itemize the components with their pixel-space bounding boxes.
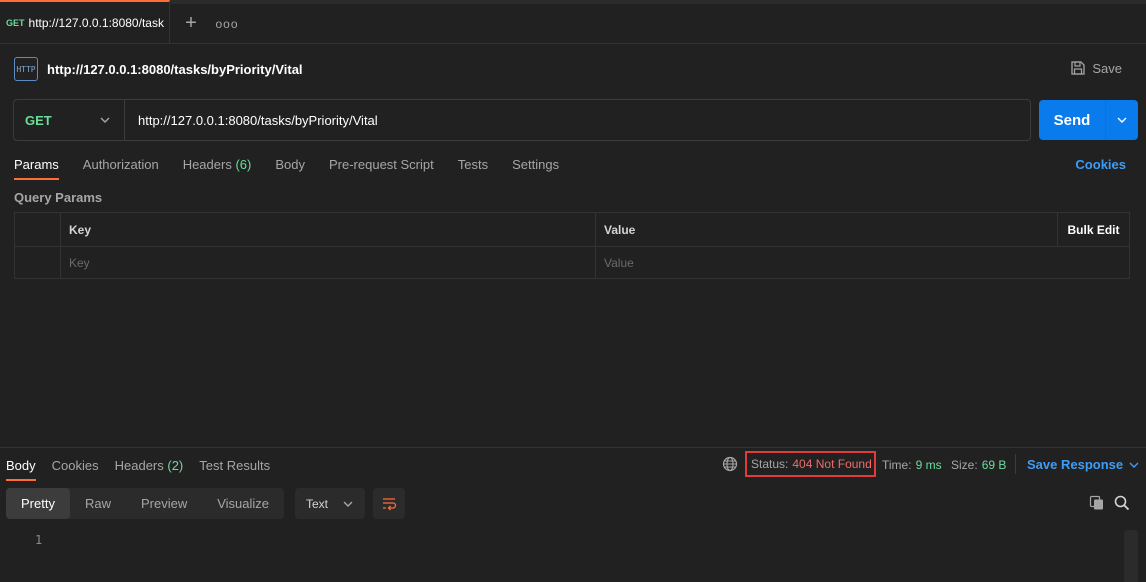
- request-tab[interactable]: GET http://127.0.0.1:8080/task: [0, 0, 170, 43]
- tab-title: http://127.0.0.1:8080/task: [28, 15, 164, 30]
- tab-bar: GET http://127.0.0.1:8080/task + ooo: [0, 0, 1146, 44]
- tab-label: Params: [14, 157, 59, 172]
- key-header: Key: [60, 213, 595, 246]
- query-params-title: Query Params: [14, 190, 103, 205]
- save-icon: [1071, 61, 1086, 75]
- view-pretty[interactable]: Pretty: [6, 488, 70, 519]
- status-badge[interactable]: Status: 404 Not Found: [745, 451, 876, 477]
- tab-label: Test Results: [199, 458, 271, 473]
- params-header-row: Key Value Bulk Edit: [15, 213, 1129, 246]
- url-bar: GET http://127.0.0.1:8080/tasks/byPriori…: [13, 99, 1031, 141]
- tab-response-body[interactable]: Body: [6, 455, 36, 481]
- save-button[interactable]: Save: [1070, 60, 1122, 76]
- tab-count: (6): [235, 157, 252, 172]
- value-header: Value: [595, 213, 1057, 246]
- value-input[interactable]: Value: [595, 247, 1057, 279]
- response-size[interactable]: Size: 69 B: [951, 458, 1006, 472]
- wrap-lines-button[interactable]: [373, 488, 405, 519]
- view-preview[interactable]: Preview: [126, 488, 202, 519]
- request-title[interactable]: http://127.0.0.1:8080/tasks/byPriority/V…: [47, 62, 303, 77]
- method-select[interactable]: GET: [14, 100, 125, 140]
- tab-headers[interactable]: Headers (6): [183, 154, 252, 180]
- line-number: 1: [35, 533, 43, 547]
- tab-tests[interactable]: Tests: [458, 154, 488, 180]
- response-tabs: Body Cookies Headers (2) Test Results: [6, 455, 286, 481]
- save-response-label: Save Response: [1027, 457, 1124, 472]
- tab-count: (2): [167, 458, 184, 473]
- response-divider[interactable]: [0, 447, 1146, 448]
- row-actions: [1057, 247, 1129, 279]
- search-icon[interactable]: [1114, 495, 1130, 511]
- wrap-icon: [383, 497, 397, 510]
- tab-response-cookies[interactable]: Cookies: [52, 455, 99, 481]
- request-header: HTTP http://127.0.0.1:8080/tasks/byPrior…: [14, 56, 303, 82]
- request-tabs: Params Authorization Headers (6) Body Pr…: [14, 154, 583, 180]
- http-icon: HTTP: [14, 57, 38, 81]
- response-time[interactable]: Time: 9 ms: [882, 458, 942, 472]
- tab-body[interactable]: Body: [275, 154, 305, 180]
- chevron-down-icon: [100, 117, 110, 123]
- checkbox-column: [15, 213, 60, 246]
- bulk-edit-button[interactable]: Bulk Edit: [1057, 213, 1129, 246]
- tab-params[interactable]: Params: [14, 154, 59, 180]
- more-icon[interactable]: ooo: [212, 4, 242, 43]
- tab-method: GET: [6, 17, 25, 28]
- format-select[interactable]: Text: [295, 488, 365, 519]
- size-label: Size:: [951, 458, 978, 472]
- table-row: Key Value: [15, 246, 1129, 279]
- scrollbar[interactable]: [1124, 530, 1138, 582]
- view-raw[interactable]: Raw: [70, 488, 126, 519]
- status-label: Status:: [751, 457, 789, 471]
- params-table: Key Value Bulk Edit Key Value: [14, 212, 1130, 279]
- chevron-down-icon: [1129, 462, 1139, 468]
- status-text: Not Found: [815, 457, 872, 471]
- tab-label: Body: [6, 458, 36, 473]
- tab-settings[interactable]: Settings: [512, 154, 559, 180]
- tab-authorization[interactable]: Authorization: [83, 154, 159, 180]
- size-value: 69 B: [981, 458, 1007, 472]
- tab-label: Settings: [512, 157, 560, 172]
- chevron-down-icon: [1117, 117, 1127, 123]
- send-button[interactable]: Send: [1039, 100, 1138, 140]
- send-label: Send: [1053, 111, 1091, 129]
- plus-icon[interactable]: +: [170, 4, 212, 43]
- url-input[interactable]: http://127.0.0.1:8080/tasks/byPriority/V…: [125, 113, 1030, 128]
- view-mode-selector: Pretty Raw Preview Visualize: [6, 488, 285, 519]
- tab-label: Cookies: [51, 458, 99, 473]
- time-value: 9 ms: [915, 458, 942, 472]
- tab-response-headers[interactable]: Headers (2): [115, 455, 184, 481]
- tab-pre-request-script[interactable]: Pre-request Script: [329, 154, 434, 180]
- row-checkbox: [15, 247, 60, 279]
- tab-label: Tests: [457, 157, 489, 172]
- tab-label: Headers: [182, 157, 232, 172]
- send-options-button[interactable]: [1106, 117, 1138, 123]
- tab-label: Authorization: [82, 157, 159, 172]
- tab-test-results[interactable]: Test Results: [199, 455, 270, 481]
- save-label: Save: [1092, 60, 1122, 76]
- copy-icon[interactable]: [1089, 495, 1105, 511]
- status-code: 404: [792, 457, 813, 471]
- chevron-down-icon: [343, 501, 353, 507]
- cookies-link[interactable]: Cookies: [1075, 157, 1126, 172]
- format-value: Text: [306, 496, 329, 511]
- save-response-button[interactable]: Save Response: [1027, 457, 1139, 472]
- key-input[interactable]: Key: [60, 247, 595, 279]
- view-visualize[interactable]: Visualize: [202, 488, 284, 519]
- tab-label: Headers: [114, 458, 164, 473]
- time-label: Time:: [882, 458, 912, 472]
- globe-icon[interactable]: [722, 456, 738, 472]
- divider: [1015, 454, 1016, 474]
- tab-label: Body: [275, 157, 305, 172]
- method-value: GET: [25, 112, 52, 128]
- tab-label: Pre-request Script: [328, 157, 434, 172]
